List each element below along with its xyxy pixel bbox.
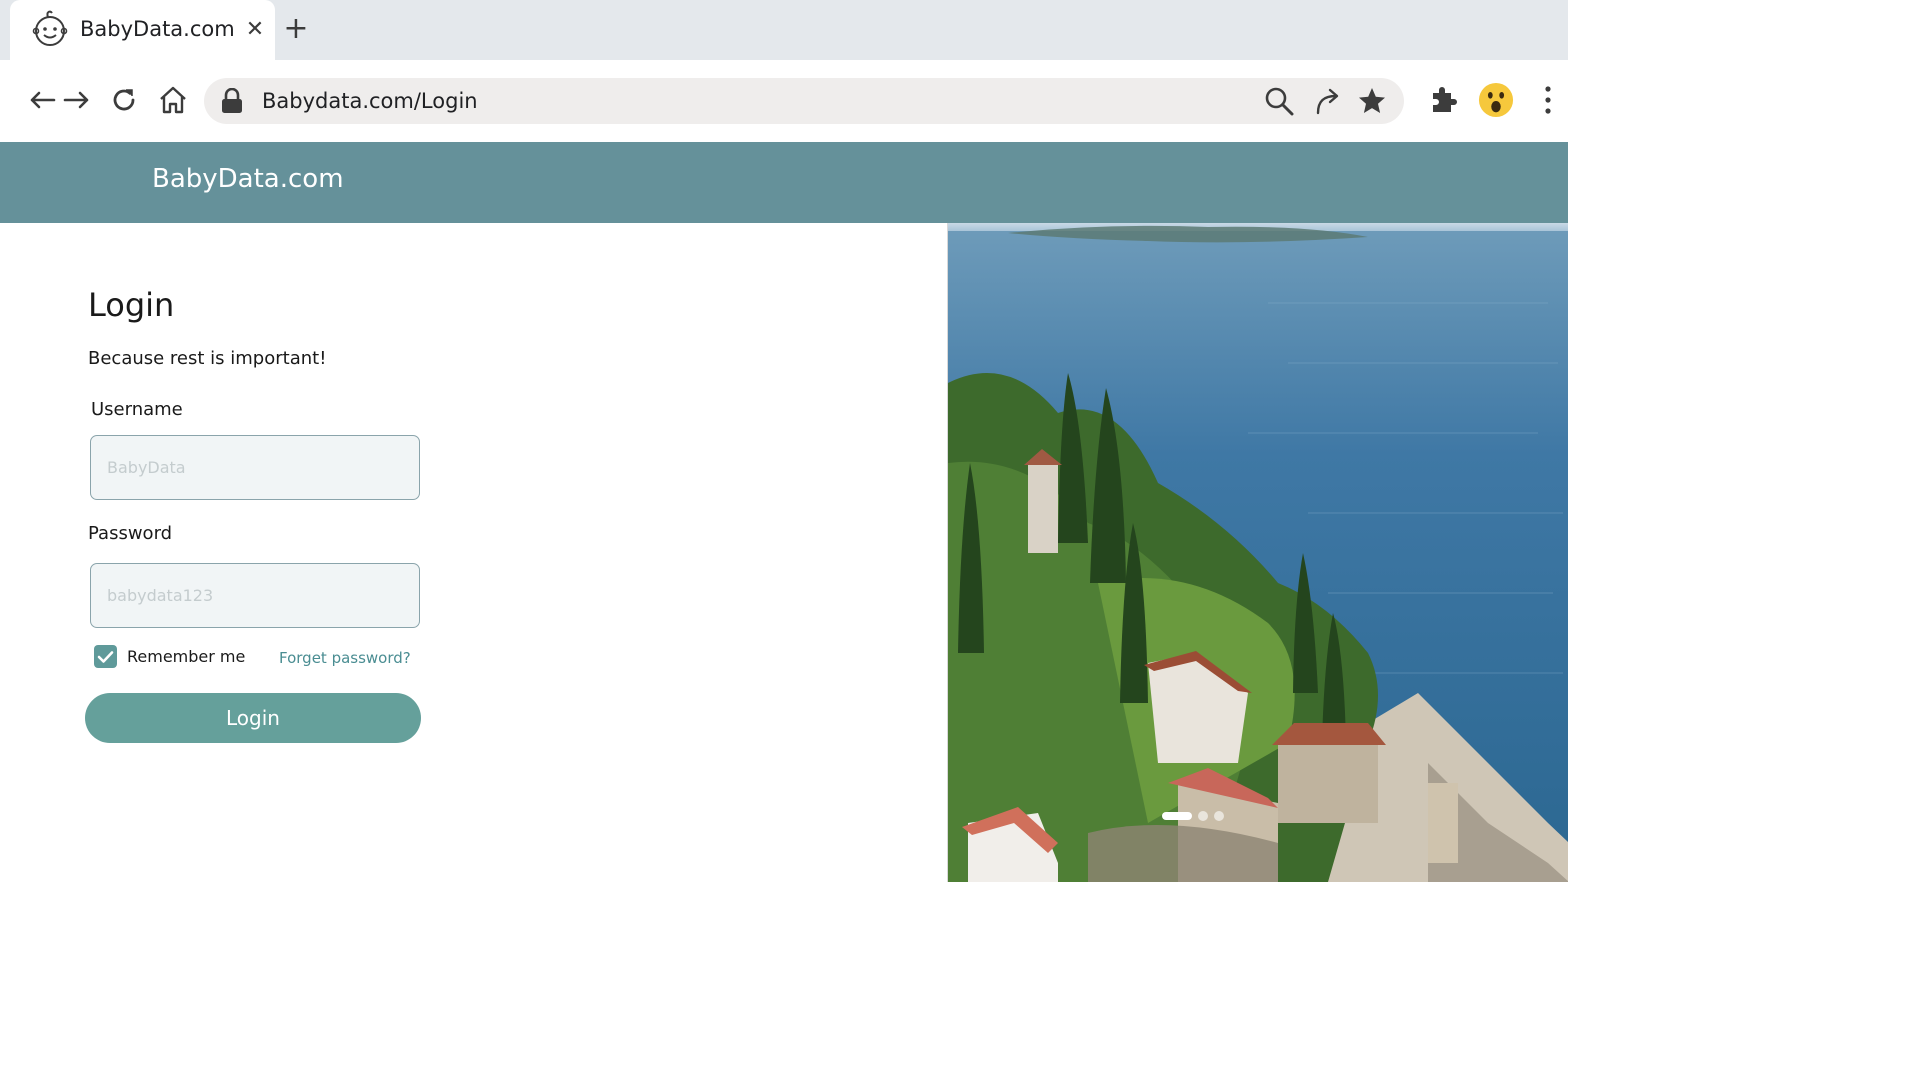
page-subtitle: Because rest is important! — [88, 348, 327, 369]
checkmark-icon — [97, 650, 114, 663]
baby-face-icon — [32, 8, 72, 48]
remember-me-label[interactable]: Remember me — [127, 647, 245, 666]
home-icon[interactable] — [155, 82, 191, 118]
new-tab-icon[interactable]: + — [282, 14, 310, 44]
site-header: BabyData.com — [0, 142, 1568, 223]
browser-tab[interactable]: BabyData.com ✕ — [10, 0, 275, 60]
surprised-face-icon[interactable] — [1478, 80, 1514, 120]
search-icon[interactable] — [1264, 86, 1294, 116]
carousel-dot[interactable] — [1214, 811, 1224, 821]
tab-title: BabyData.com — [80, 17, 235, 41]
address-bar[interactable]: Babydata.com/Login — [204, 78, 1404, 124]
coastal-landscape-image — [948, 223, 1568, 882]
share-icon[interactable] — [1313, 86, 1343, 116]
forward-arrow-icon[interactable] — [59, 82, 95, 118]
carousel-dot-active[interactable] — [1162, 812, 1192, 820]
more-menu-icon[interactable] — [1530, 80, 1566, 120]
username-label: Username — [91, 399, 183, 420]
browser-toolbar: Babydata.com/Login — [0, 60, 1568, 142]
forgot-password-link[interactable]: Forget password? — [279, 649, 411, 667]
hero-carousel — [947, 223, 1568, 882]
password-label: Password — [88, 523, 173, 544]
extensions-puzzle-icon[interactable] — [1425, 80, 1461, 120]
site-brand[interactable]: BabyData.com — [152, 164, 344, 194]
password-field[interactable] — [90, 563, 420, 628]
page-title: Login — [88, 286, 175, 324]
remember-me-checkbox[interactable] — [94, 645, 117, 668]
address-url[interactable]: Babydata.com/Login — [262, 89, 478, 113]
browser-tab-strip: BabyData.com ✕ + — [0, 0, 1568, 60]
username-field[interactable] — [90, 435, 420, 500]
back-arrow-icon[interactable] — [24, 82, 60, 118]
bookmark-star-icon[interactable] — [1357, 86, 1387, 116]
reload-icon[interactable] — [106, 82, 142, 118]
lock-icon[interactable] — [220, 87, 244, 114]
login-button[interactable]: Login — [85, 693, 421, 743]
carousel-indicators — [1162, 810, 1224, 822]
carousel-dot[interactable] — [1198, 811, 1208, 821]
close-tab-icon[interactable]: ✕ — [242, 17, 268, 43]
